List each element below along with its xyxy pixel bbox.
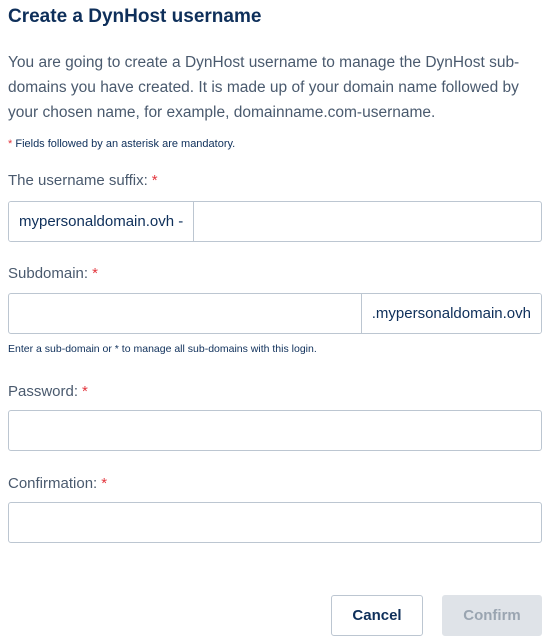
required-asterisk: * xyxy=(92,265,98,282)
username-suffix-input[interactable] xyxy=(194,202,541,241)
domain-prefix-addon: mypersonaldomain.ovh - xyxy=(9,202,195,241)
subdomain-label-text: Subdomain: xyxy=(8,265,89,282)
subdomain-label: Subdomain: * xyxy=(8,265,98,282)
username-suffix-label-text: The username suffix: xyxy=(8,172,148,189)
create-dynhost-username-dialog: Create a DynHost username You are going … xyxy=(0,0,550,644)
subdomain-input-group: .mypersonaldomain.ovh xyxy=(8,293,542,334)
confirm-button[interactable]: Confirm xyxy=(442,595,542,636)
required-asterisk: * xyxy=(151,172,158,189)
intro-text: You are going to create a DynHost userna… xyxy=(8,54,520,121)
password-label: Password: * xyxy=(8,383,88,400)
confirmation-label: Confirmation: * xyxy=(8,475,107,492)
subdomain-input[interactable] xyxy=(9,294,361,333)
dialog-title: Create a DynHost username xyxy=(8,6,262,27)
confirmation-label-text: Confirmation: xyxy=(8,475,98,492)
required-asterisk: * xyxy=(82,383,88,400)
subdomain-help-text: Enter a sub-domain or * to manage all su… xyxy=(8,343,317,355)
password-input-group xyxy=(8,410,542,451)
domain-suffix-addon: .mypersonaldomain.ovh xyxy=(360,294,541,333)
mandatory-note-text: Fields followed by an asterisk are manda… xyxy=(15,138,236,150)
password-label-text: Password: xyxy=(8,383,79,400)
password-input[interactable] xyxy=(9,411,541,450)
asterisk: * xyxy=(8,138,13,150)
mandatory-note: * Fields followed by an asterisk are man… xyxy=(8,138,235,150)
confirmation-input-group xyxy=(8,502,542,543)
cancel-button[interactable]: Cancel xyxy=(331,595,423,636)
username-suffix-input-group: mypersonaldomain.ovh - xyxy=(8,201,542,242)
confirmation-input[interactable] xyxy=(9,503,541,542)
username-suffix-label: The username suffix: * xyxy=(8,172,158,189)
required-asterisk: * xyxy=(101,475,108,492)
